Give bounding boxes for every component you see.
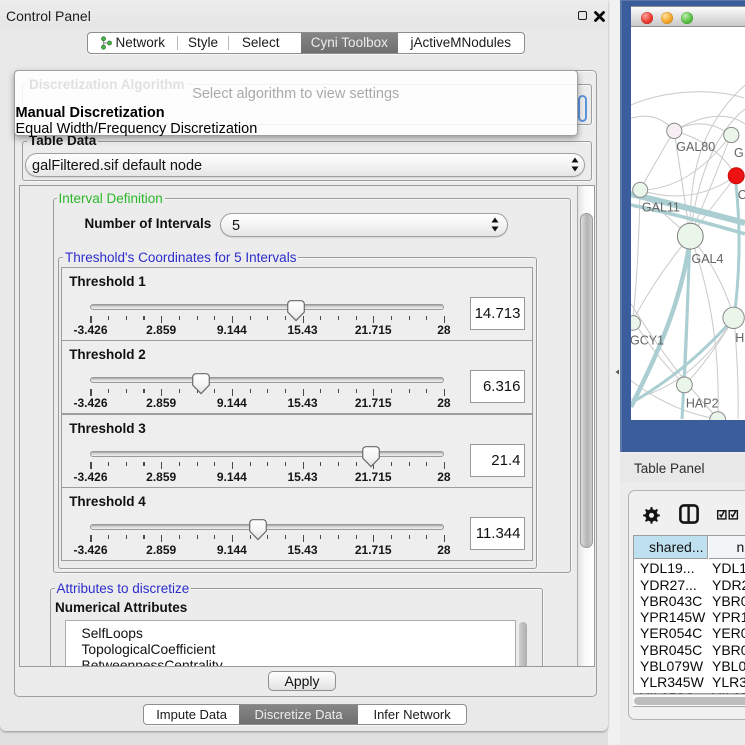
svg-text:GAL4: GAL4 xyxy=(692,252,724,266)
svg-text:GCY1: GCY1 xyxy=(631,334,664,348)
svg-text:H: H xyxy=(735,331,744,345)
svg-text:GAL11: GAL11 xyxy=(642,200,680,214)
svg-text:C: C xyxy=(738,188,745,202)
svg-text:HAP2: HAP2 xyxy=(686,397,719,411)
svg-text:G.: G. xyxy=(734,146,745,160)
svg-text:GAL80: GAL80 xyxy=(676,140,715,154)
